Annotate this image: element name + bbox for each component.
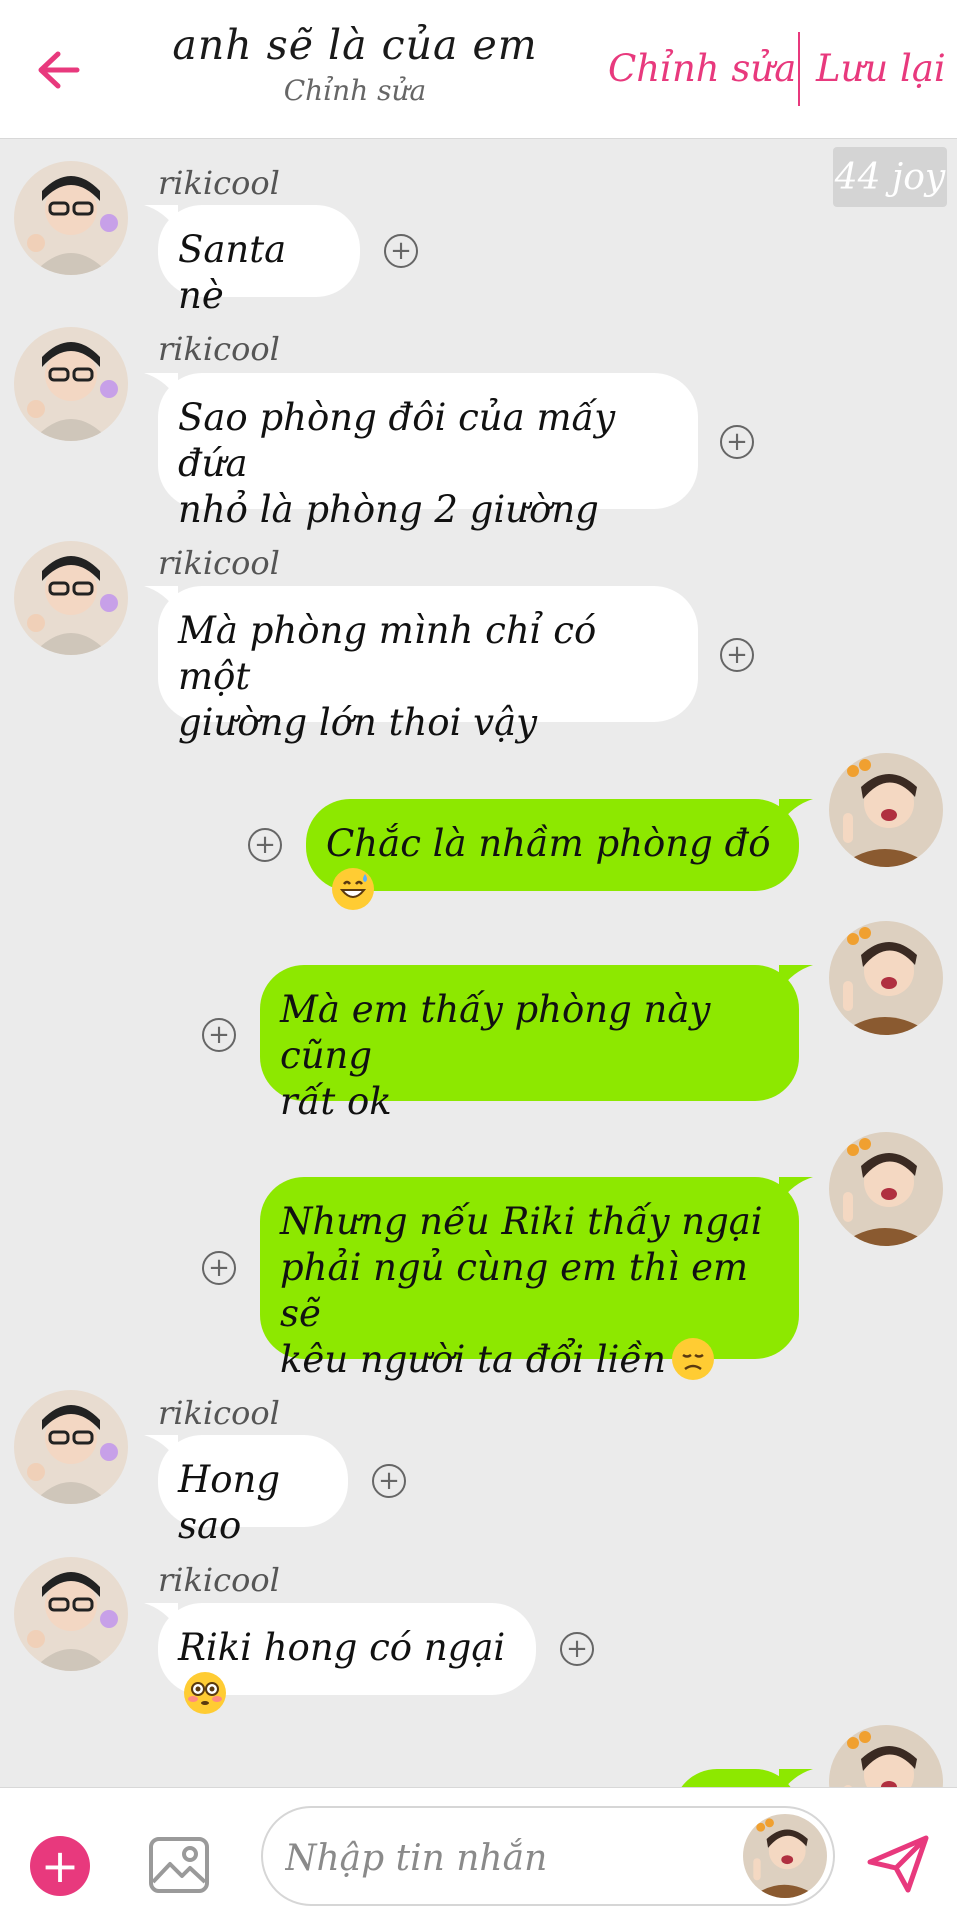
arrow-left-icon bbox=[38, 51, 80, 89]
message-text: Santa nè bbox=[178, 228, 287, 317]
avatar-rikicool[interactable] bbox=[14, 1557, 128, 1671]
react-plus-button[interactable]: + bbox=[202, 1018, 236, 1052]
message-bubble[interactable] bbox=[673, 1769, 813, 1787]
message-bubble[interactable]: Nhưng nếu Riki thấy ngại phải ngủ cùng e… bbox=[260, 1177, 813, 1381]
title-block: anh sẽ là của em Chỉnh sửa bbox=[170, 18, 540, 110]
send-icon bbox=[867, 1835, 929, 1893]
bubble-tail bbox=[779, 1177, 813, 1203]
message-text: giường lớn thoi vậy bbox=[178, 701, 538, 744]
sender-name: rikicool bbox=[158, 330, 280, 368]
bubble-tail bbox=[144, 1435, 178, 1461]
message-bubble[interactable]: Sao phòng đôi của mấy đứa nhỏ là phòng 2… bbox=[144, 373, 698, 531]
back-button[interactable] bbox=[30, 42, 86, 98]
image-button[interactable] bbox=[148, 1836, 210, 1894]
message-text: kêu người ta đổi liền bbox=[280, 1338, 666, 1381]
message-text: Hong sao bbox=[178, 1458, 281, 1547]
message-bubble[interactable]: Mà phòng mình chỉ có một giường lớn thoi… bbox=[144, 586, 698, 744]
conversation-subtitle: Chỉnh sửa bbox=[283, 74, 427, 107]
bubble-tail bbox=[779, 965, 813, 991]
avatar-rikicool[interactable] bbox=[14, 1390, 128, 1504]
message-text: Mà phòng mình chỉ có một bbox=[178, 609, 597, 698]
avatar-crushriki[interactable] bbox=[829, 753, 943, 867]
sender-name: rikicool bbox=[158, 1394, 280, 1432]
message-text: phải ngủ cùng em thì em sẽ bbox=[280, 1246, 749, 1335]
disappointed-emoji bbox=[672, 1338, 714, 1380]
save-button[interactable]: Lưu lại bbox=[816, 44, 946, 94]
conversation-title: anh sẽ là của em bbox=[172, 21, 538, 69]
message-bubble[interactable]: Santa nè bbox=[144, 205, 360, 317]
plus-icon: + bbox=[40, 1839, 80, 1893]
avatar-rikicool[interactable] bbox=[14, 541, 128, 655]
avatar-crushriki[interactable] bbox=[829, 921, 943, 1035]
react-plus-button[interactable]: + bbox=[384, 234, 418, 268]
bubble-tail bbox=[779, 799, 813, 825]
message-text: Nhưng nếu Riki thấy ngại bbox=[280, 1200, 763, 1243]
avatar-rikicool[interactable] bbox=[14, 161, 128, 275]
message-text: Mà em thấy phòng này cũng bbox=[280, 988, 711, 1077]
message-text: Chắc là nhầm phòng đó bbox=[326, 822, 771, 865]
message-bubble[interactable]: Mà em thấy phòng này cũng rất ok bbox=[260, 965, 813, 1123]
avatar-rikicool[interactable] bbox=[14, 327, 128, 441]
message-counter: 44 joy bbox=[833, 147, 947, 207]
message-input-container[interactable] bbox=[261, 1806, 835, 1906]
react-plus-button[interactable]: + bbox=[202, 1251, 236, 1285]
header-divider bbox=[798, 32, 800, 106]
message-bubble[interactable]: Riki hong có ngại bbox=[144, 1603, 536, 1714]
bubble-tail bbox=[779, 1769, 813, 1787]
react-plus-button[interactable]: + bbox=[560, 1632, 594, 1666]
message-bubble[interactable]: Chắc là nhầm phòng đó bbox=[306, 799, 813, 910]
flushed-emoji bbox=[184, 1672, 226, 1714]
sender-name: rikicool bbox=[158, 164, 280, 202]
add-button[interactable]: + bbox=[30, 1836, 90, 1896]
message-text: rất ok bbox=[280, 1080, 392, 1123]
bubble-tail bbox=[144, 205, 178, 231]
sender-name: rikicool bbox=[158, 1561, 280, 1599]
sender-name: rikicool bbox=[158, 544, 280, 582]
grinning-sweat-emoji bbox=[332, 868, 374, 910]
message-bubble[interactable]: Hong sao bbox=[144, 1435, 348, 1547]
send-button[interactable] bbox=[866, 1834, 930, 1894]
edit-button[interactable]: Chỉnh sửa bbox=[608, 44, 796, 94]
react-plus-button[interactable]: + bbox=[720, 638, 754, 672]
message-text: nhỏ là phòng 2 giường bbox=[178, 488, 599, 531]
bubble-tail bbox=[144, 586, 178, 612]
image-icon bbox=[149, 1837, 209, 1893]
message-input[interactable] bbox=[283, 1832, 727, 1884]
message-text: Sao phòng đôi của mấy đứa bbox=[178, 396, 616, 485]
bubble-tail bbox=[144, 373, 178, 399]
message-text: Riki hong có ngại bbox=[178, 1626, 506, 1669]
message-list[interactable]: 44 joy rikicool Santa nè + rikicool Sao … bbox=[0, 139, 957, 1787]
react-plus-button[interactable]: + bbox=[248, 828, 282, 862]
avatar-crushriki[interactable] bbox=[829, 1132, 943, 1246]
bubble-tail bbox=[144, 1603, 178, 1629]
react-plus-button[interactable]: + bbox=[720, 425, 754, 459]
composer-bar: + bbox=[0, 1787, 957, 1921]
react-plus-button[interactable]: + bbox=[372, 1464, 406, 1498]
avatar-crushriki[interactable] bbox=[829, 1725, 943, 1787]
chat-header: anh sẽ là của em Chỉnh sửa Chỉnh sửa Lưu… bbox=[0, 0, 957, 139]
avatar-crushriki[interactable] bbox=[743, 1814, 827, 1898]
